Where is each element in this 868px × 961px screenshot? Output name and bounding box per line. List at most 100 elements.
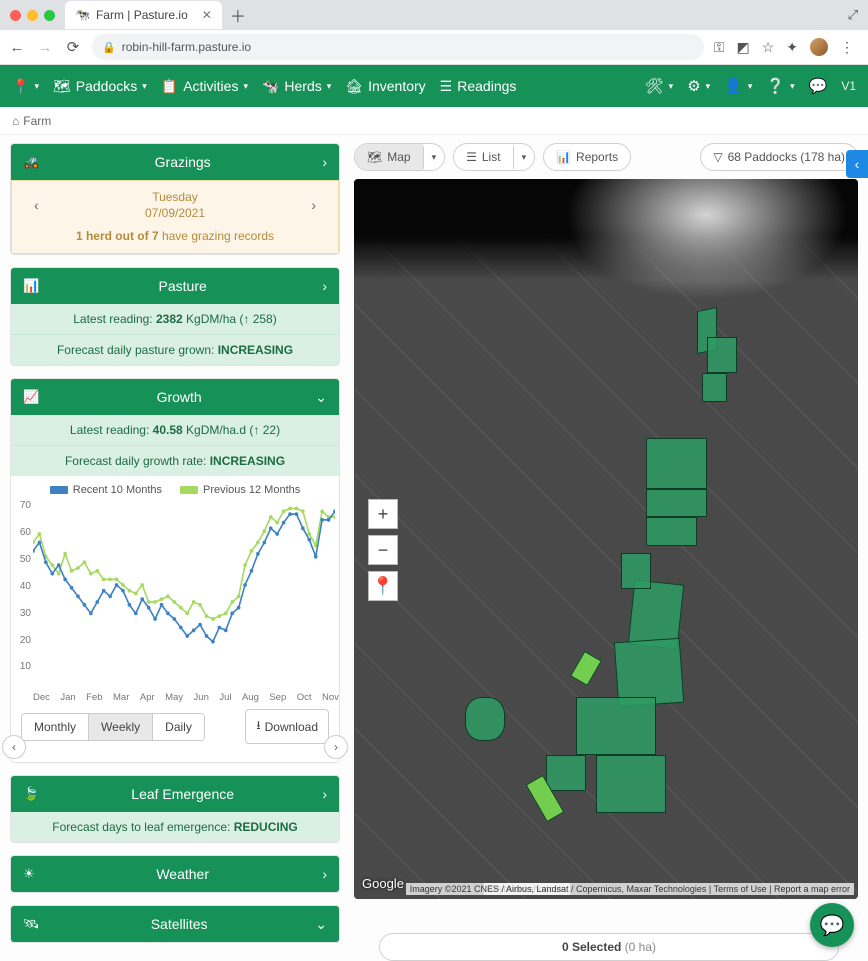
- selection-status: 0 Selected (0 ha): [379, 933, 839, 961]
- cow-icon: 🐄: [262, 78, 279, 95]
- terms-link[interactable]: Terms of Use: [714, 884, 767, 894]
- chevron-down-icon: ▾: [34, 81, 39, 92]
- satellites-title: Satellites: [43, 916, 315, 932]
- chevron-down-icon: ▾: [243, 81, 248, 92]
- growth-title: Growth: [43, 389, 315, 405]
- calendar-icon: 📋: [161, 78, 178, 95]
- map-icon: 🗺: [367, 150, 382, 164]
- nav-herds[interactable]: 🐄Herds▾: [262, 78, 331, 95]
- qr-icon[interactable]: ◩: [736, 39, 749, 56]
- map-tab[interactable]: 🗺Map: [355, 144, 423, 170]
- report-map-link[interactable]: Report a map error: [774, 884, 850, 894]
- tab-favicon: 🐄: [75, 8, 90, 22]
- window-min-icon[interactable]: [27, 10, 38, 21]
- growth-latest: Latest reading: 40.58 KgDM/ha.d (↑ 22): [11, 415, 339, 445]
- version-label: V1: [841, 79, 856, 93]
- chevron-down-icon: ▾: [706, 81, 711, 92]
- leaf-title: Leaf Emergence: [43, 786, 322, 802]
- growth-forecast: Forecast daily growth rate: INCREASING: [11, 445, 339, 476]
- chevron-down-icon: ▾: [142, 81, 147, 92]
- download-button[interactable]: ⭳Download: [245, 709, 329, 744]
- download-icon: ⭳: [256, 716, 260, 737]
- growth-header[interactable]: 📈 Growth ⌄: [11, 379, 339, 415]
- pasture-forecast: Forecast daily pasture grown: INCREASING: [11, 334, 339, 365]
- daily-button[interactable]: Daily: [153, 714, 204, 740]
- list-tab-dropdown[interactable]: ▾: [513, 146, 535, 169]
- url-text: robin-hill-farm.pasture.io: [122, 40, 251, 54]
- zoom-in-button[interactable]: +: [368, 499, 398, 529]
- user-menu[interactable]: 👤▾: [724, 77, 752, 95]
- nav-readings[interactable]: ☰Readings: [440, 78, 517, 95]
- star-icon[interactable]: ☆: [762, 39, 775, 56]
- location-menu[interactable]: 📍▾: [12, 78, 39, 95]
- grazing-day: Tuesday: [145, 189, 205, 205]
- chevron-right-icon: ›: [322, 154, 327, 170]
- nav-inventory[interactable]: 🏚Inventory: [345, 78, 425, 95]
- back-button[interactable]: ←: [8, 39, 26, 56]
- weather-icon: ☀: [23, 866, 43, 882]
- help-menu[interactable]: ❔▾: [766, 77, 794, 95]
- tractor-icon: 🚜: [23, 154, 43, 170]
- line-chart-icon: 📈: [23, 389, 43, 405]
- weather-header[interactable]: ☀ Weather ›: [11, 856, 339, 892]
- pasture-latest: Latest reading: 2382 KgDM/ha (↑ 258): [11, 304, 339, 334]
- weekly-button[interactable]: Weekly: [89, 714, 153, 740]
- lock-icon: 🔒: [102, 41, 116, 54]
- tab-title: Farm | Pasture.io: [96, 8, 188, 22]
- filter-icon: ▽: [713, 150, 722, 164]
- chat-menu[interactable]: 💬: [809, 77, 828, 95]
- map-icon: 🗺: [53, 78, 71, 95]
- address-bar[interactable]: 🔒 robin-hill-farm.pasture.io: [92, 34, 704, 60]
- paddock-overlay: [354, 179, 858, 899]
- key-icon[interactable]: ⚿: [714, 39, 725, 56]
- forward-button: →: [36, 39, 54, 56]
- map-tab-dropdown[interactable]: ▾: [423, 146, 445, 169]
- new-tab-button[interactable]: ＋: [230, 3, 246, 27]
- side-panel-toggle[interactable]: ‹: [846, 150, 868, 178]
- leaf-header[interactable]: 🍃 Leaf Emergence ›: [11, 776, 339, 812]
- chart-icon: 📊: [23, 278, 43, 294]
- window-max-icon[interactable]: [44, 10, 55, 21]
- grazing-date: 07/09/2021: [145, 205, 205, 221]
- chat-icon: 💬: [809, 77, 828, 95]
- browser-tab[interactable]: 🐄 Farm | Pasture.io ✕: [65, 1, 222, 29]
- panel-prev-button[interactable]: ‹: [2, 735, 26, 759]
- locate-button[interactable]: 📍: [368, 571, 398, 601]
- window-close-icon[interactable]: [10, 10, 21, 21]
- barn-icon: 🏚: [345, 78, 363, 95]
- next-day-button[interactable]: ›: [311, 197, 316, 213]
- nav-activities[interactable]: 📋Activities▾: [161, 78, 248, 95]
- map-canvas[interactable]: + − 📍 Google Keyboard shortcuts Imagery …: [354, 179, 858, 899]
- settings-menu[interactable]: ⚙▾: [687, 77, 710, 95]
- pasture-title: Pasture: [43, 278, 322, 294]
- tools-menu[interactable]: 🛠▾: [645, 77, 674, 95]
- bar-chart-icon: 📊: [556, 150, 571, 164]
- chat-button[interactable]: 💬: [810, 903, 854, 947]
- extensions-icon[interactable]: ✦: [786, 39, 798, 56]
- prev-day-button[interactable]: ‹: [34, 197, 39, 213]
- chevron-down-icon: ▾: [669, 81, 674, 92]
- reload-button[interactable]: ⟳: [64, 38, 82, 56]
- user-icon: 👤: [724, 77, 743, 95]
- grazings-header[interactable]: 🚜 Grazings ›: [11, 144, 339, 180]
- google-logo: Google: [362, 876, 404, 891]
- list-icon: ☰: [466, 150, 477, 164]
- satellites-header[interactable]: 🛰 Satellites ⌄: [11, 906, 339, 942]
- profile-avatar[interactable]: [810, 38, 828, 56]
- home-icon[interactable]: ⌂: [12, 114, 19, 128]
- list-tab[interactable]: ☰List: [454, 144, 512, 170]
- nav-paddocks[interactable]: 🗺Paddocks▾: [53, 78, 147, 95]
- pasture-header[interactable]: 📊 Pasture ›: [11, 268, 339, 304]
- chevron-down-icon: ⌄: [315, 389, 327, 406]
- breadcrumb[interactable]: Farm: [23, 114, 51, 128]
- reports-tab[interactable]: 📊Reports: [544, 144, 630, 170]
- zoom-out-button[interactable]: −: [368, 535, 398, 565]
- panel-next-button[interactable]: ›: [324, 735, 348, 759]
- chevron-right-icon: ›: [322, 786, 327, 802]
- menu-icon[interactable]: ⋮: [840, 39, 854, 56]
- window-expand-icon[interactable]: ⤢: [838, 7, 868, 23]
- paddock-count[interactable]: ▽68 Paddocks (178 ha): [700, 143, 858, 171]
- monthly-button[interactable]: Monthly: [22, 714, 89, 740]
- tab-close-icon[interactable]: ✕: [202, 8, 212, 22]
- gear-icon: ⚙: [687, 77, 700, 95]
